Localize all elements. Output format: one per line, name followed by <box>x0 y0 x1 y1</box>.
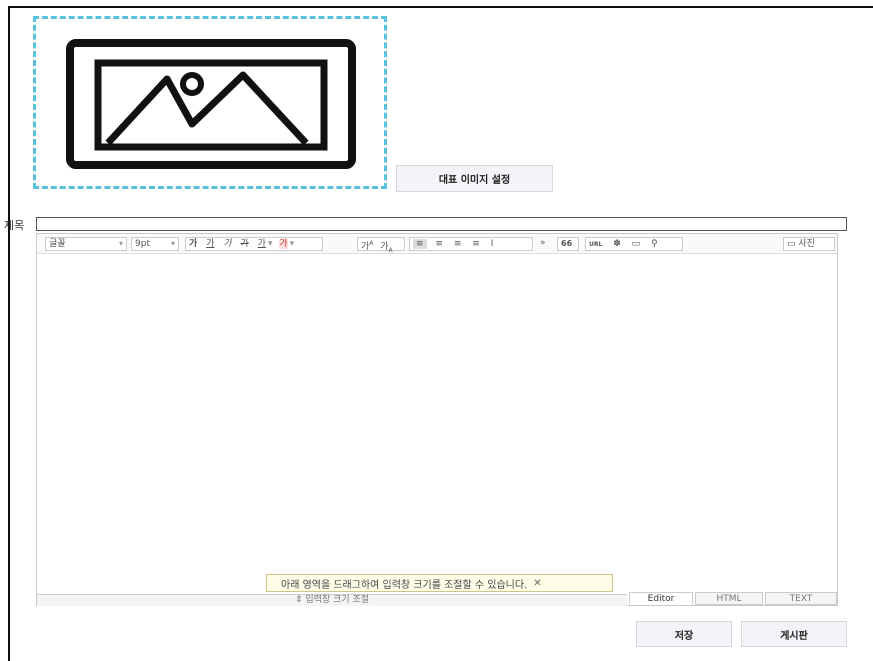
chevron-down-icon[interactable]: ▾ <box>268 239 273 249</box>
photo-label: 사진 <box>798 239 815 249</box>
strike-button[interactable]: 가 <box>240 239 248 249</box>
align-left-icon[interactable]: ≡ <box>413 239 427 249</box>
more-button[interactable]: » <box>537 237 549 251</box>
tab-editor[interactable]: Editor <box>629 592 693 605</box>
font-color-button[interactable]: 가 <box>258 239 266 249</box>
superscript-button[interactable]: 가A <box>361 240 373 252</box>
rich-text-editor: 글꼴 ▾ 9pt ▾ 가 가 가 가 가 ▾ 가 ▾ 가A 가A ≡ ≡ ≡ ≡ I »… <box>36 233 838 606</box>
align-justify-icon[interactable]: ≡ <box>472 239 480 249</box>
align-center-icon[interactable]: ≡ <box>435 239 443 249</box>
representative-image-dropzone[interactable] <box>33 16 387 189</box>
tab-text[interactable]: TEXT <box>765 592 837 605</box>
tab-html[interactable]: HTML <box>695 592 763 605</box>
insert-group: URL ✽ ▭ ⚲ <box>585 237 683 251</box>
url-button[interactable]: URL <box>589 241 602 248</box>
photo-icon: ▭ <box>787 239 796 249</box>
photo-button[interactable]: ▭ 사진 <box>783 237 835 251</box>
font-family-select[interactable]: 글꼴 ▾ <box>45 237 127 251</box>
font-size-select[interactable]: 9pt ▾ <box>131 237 179 251</box>
chevron-down-icon: ▾ <box>118 239 123 248</box>
image-placeholder-icon <box>66 39 356 169</box>
close-icon[interactable]: ✕ <box>533 578 541 589</box>
chevron-down-icon[interactable]: ▾ <box>290 239 295 249</box>
editor-content-area[interactable] <box>37 255 837 592</box>
editor-resize-handle[interactable]: ⇕ 입력창 크기 조절 <box>37 594 627 606</box>
text-style-group: 가 가 가 가 가 ▾ 가 ▾ <box>185 237 323 251</box>
editor-toolbar: 글꼴 ▾ 9pt ▾ 가 가 가 가 가 ▾ 가 ▾ 가A 가A ≡ ≡ ≡ ≡ I »… <box>37 234 837 254</box>
align-right-icon[interactable]: ≡ <box>454 239 462 249</box>
title-input[interactable] <box>36 217 847 231</box>
special-char-icon[interactable]: ✽ <box>613 239 621 249</box>
save-button[interactable]: 저장 <box>636 621 732 647</box>
post-board-button[interactable]: 게시판 <box>741 621 847 647</box>
line-height-icon[interactable]: I <box>491 239 494 249</box>
script-group: 가A 가A <box>357 237 405 254</box>
background-color-button[interactable]: 가 <box>279 239 288 249</box>
subscript-button[interactable]: 가A <box>380 242 392 254</box>
quote-button[interactable]: 66 <box>557 237 579 251</box>
font-size-value: 9pt <box>135 239 150 249</box>
bold-button[interactable]: 가 <box>189 239 197 249</box>
alignment-group: ≡ ≡ ≡ ≡ I <box>409 237 533 251</box>
set-representative-image-button[interactable]: 대표 이미지 설정 <box>396 165 553 192</box>
underline-button[interactable]: 가 <box>206 239 214 249</box>
title-label: 제목 <box>4 219 25 232</box>
search-icon[interactable]: ⚲ <box>651 239 658 249</box>
resize-hint-tooltip: 아래 영역을 드래그하여 입력창 크기를 조절할 수 있습니다. ✕ <box>266 574 613 592</box>
font-family-value: 글꼴 <box>49 239 66 249</box>
resize-hint-text: 아래 영역을 드래그하여 입력창 크기를 조절할 수 있습니다. <box>281 579 528 591</box>
table-icon[interactable]: ▭ <box>632 239 641 249</box>
italic-button[interactable]: 가 <box>223 239 231 249</box>
subscript-label: 가 <box>380 242 389 252</box>
chevron-down-icon: ▾ <box>170 239 175 248</box>
